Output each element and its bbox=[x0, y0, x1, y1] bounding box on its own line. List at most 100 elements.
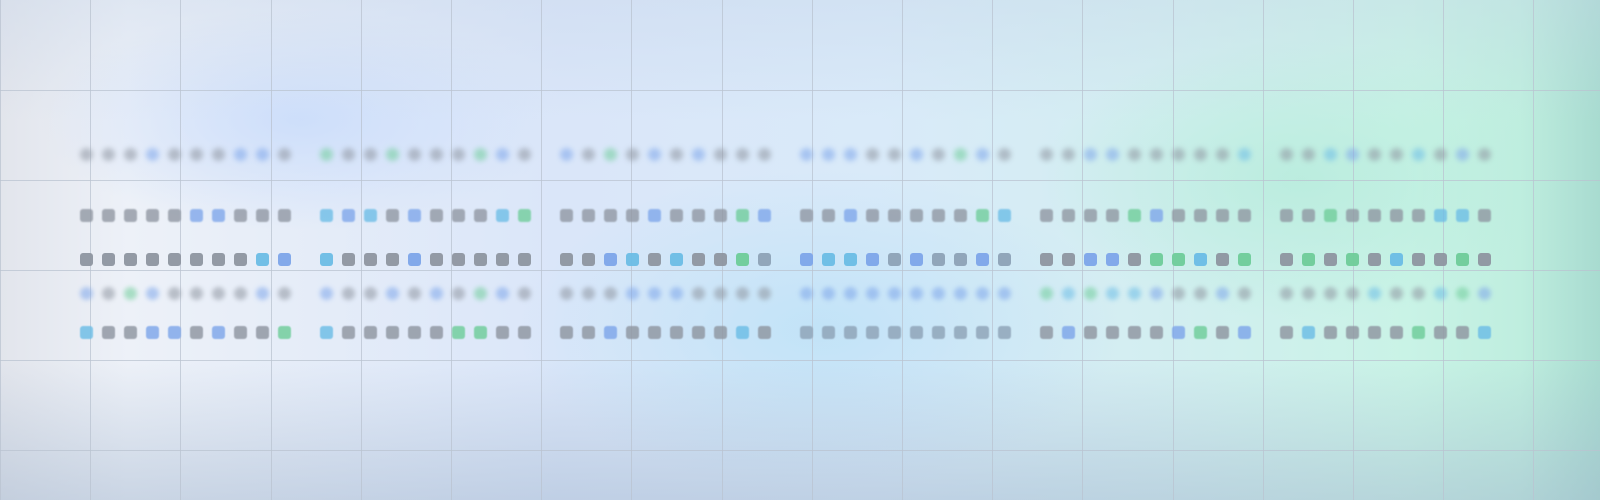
app-icon-dot bbox=[320, 326, 333, 339]
app-icon-dot bbox=[278, 326, 291, 339]
dot-group bbox=[1280, 250, 1500, 270]
dot-group bbox=[80, 250, 300, 270]
dot-group bbox=[560, 284, 780, 304]
app-icon-dot bbox=[124, 148, 137, 161]
app-icon-dot bbox=[976, 326, 989, 339]
app-icon-dot bbox=[692, 326, 705, 339]
app-icon-dot bbox=[1062, 148, 1075, 161]
app-icon-dot bbox=[102, 326, 115, 339]
app-icon-dot bbox=[80, 209, 93, 222]
app-icon-dot bbox=[168, 148, 181, 161]
app-icon-dot bbox=[146, 253, 159, 266]
app-icon-dot bbox=[888, 326, 901, 339]
app-icon-dot bbox=[212, 148, 225, 161]
app-icon-dot bbox=[1478, 209, 1491, 222]
app-icon-dot bbox=[1084, 287, 1097, 300]
app-icon-dot bbox=[1412, 253, 1425, 266]
app-icon-dot bbox=[714, 326, 727, 339]
app-icon-dot bbox=[190, 287, 203, 300]
app-icon-dot bbox=[1084, 148, 1097, 161]
app-icon-dot bbox=[976, 253, 989, 266]
app-icon-dot bbox=[1040, 326, 1053, 339]
app-icon-dot bbox=[1172, 326, 1185, 339]
app-icon-dot bbox=[408, 148, 421, 161]
app-icon-dot bbox=[1194, 287, 1207, 300]
dot-group bbox=[560, 145, 780, 165]
app-icon-dot bbox=[976, 148, 989, 161]
app-icon-dot bbox=[582, 148, 595, 161]
app-icon-dot bbox=[474, 287, 487, 300]
dot-group bbox=[80, 284, 300, 304]
app-icon-dot bbox=[626, 148, 639, 161]
app-icon-dot bbox=[1390, 148, 1403, 161]
app-icon-dot bbox=[1128, 287, 1141, 300]
app-icon-dot bbox=[1368, 253, 1381, 266]
app-icon-dot bbox=[342, 253, 355, 266]
app-icon-dot bbox=[212, 253, 225, 266]
app-icon-dot bbox=[626, 253, 639, 266]
app-icon-dot bbox=[146, 287, 159, 300]
app-icon-dot bbox=[844, 209, 857, 222]
app-icon-dot bbox=[386, 253, 399, 266]
app-icon-dot bbox=[648, 326, 661, 339]
app-icon-dot bbox=[932, 326, 945, 339]
app-icon-dot bbox=[1434, 287, 1447, 300]
app-icon-dot bbox=[910, 287, 923, 300]
app-icon-dot bbox=[342, 326, 355, 339]
app-icon-dot bbox=[124, 326, 137, 339]
app-icon-dot bbox=[496, 148, 509, 161]
app-icon-dot bbox=[758, 253, 771, 266]
app-icon-dot bbox=[1084, 209, 1097, 222]
app-icon-dot bbox=[1238, 253, 1251, 266]
app-icon-dot bbox=[1062, 287, 1075, 300]
app-icon-dot bbox=[822, 148, 835, 161]
app-icon-dot bbox=[430, 253, 443, 266]
app-icon-dot bbox=[866, 148, 879, 161]
app-icon-dot bbox=[320, 209, 333, 222]
app-icon-dot bbox=[758, 209, 771, 222]
app-icon-dot bbox=[1302, 148, 1315, 161]
app-icon-dot bbox=[714, 287, 727, 300]
app-icon-dot bbox=[560, 253, 573, 266]
app-icon-dot bbox=[714, 148, 727, 161]
app-icon-dot bbox=[626, 287, 639, 300]
app-icon-dot bbox=[1324, 253, 1337, 266]
app-icon-dot bbox=[954, 148, 967, 161]
app-icon-dot bbox=[1390, 253, 1403, 266]
app-icon-dot bbox=[888, 253, 901, 266]
app-icon-dot bbox=[866, 253, 879, 266]
dot-group bbox=[320, 206, 540, 226]
dot-group bbox=[1040, 145, 1260, 165]
app-icon-dot bbox=[714, 253, 727, 266]
app-icon-dot bbox=[1324, 326, 1337, 339]
app-icon-dot bbox=[844, 326, 857, 339]
app-icon-dot bbox=[146, 209, 159, 222]
app-icon-dot bbox=[320, 287, 333, 300]
app-icon-dot bbox=[670, 287, 683, 300]
app-icon-dot bbox=[364, 287, 377, 300]
app-icon-dot bbox=[648, 287, 661, 300]
app-icon-dot bbox=[866, 326, 879, 339]
app-icon-dot bbox=[496, 326, 509, 339]
app-icon-dot bbox=[278, 287, 291, 300]
app-icon-dot bbox=[256, 148, 269, 161]
app-icon-dot bbox=[800, 326, 813, 339]
app-icon-dot bbox=[1368, 209, 1381, 222]
app-icon-dot bbox=[866, 287, 879, 300]
app-icon-dot bbox=[102, 148, 115, 161]
app-icon-dot bbox=[364, 326, 377, 339]
app-icon-dot bbox=[822, 287, 835, 300]
app-icon-dot bbox=[670, 209, 683, 222]
app-icon-dot bbox=[80, 287, 93, 300]
app-icon-dot bbox=[1040, 287, 1053, 300]
app-icon-dot bbox=[1238, 148, 1251, 161]
app-icon-dot bbox=[1346, 326, 1359, 339]
app-icon-dot bbox=[1040, 253, 1053, 266]
app-icon-dot bbox=[844, 287, 857, 300]
app-icon-dot bbox=[256, 253, 269, 266]
app-icon-dot bbox=[342, 209, 355, 222]
app-icon-dot bbox=[1194, 148, 1207, 161]
app-icon-dot bbox=[1194, 326, 1207, 339]
app-icon-dot bbox=[648, 209, 661, 222]
app-icon-dot bbox=[1456, 209, 1469, 222]
